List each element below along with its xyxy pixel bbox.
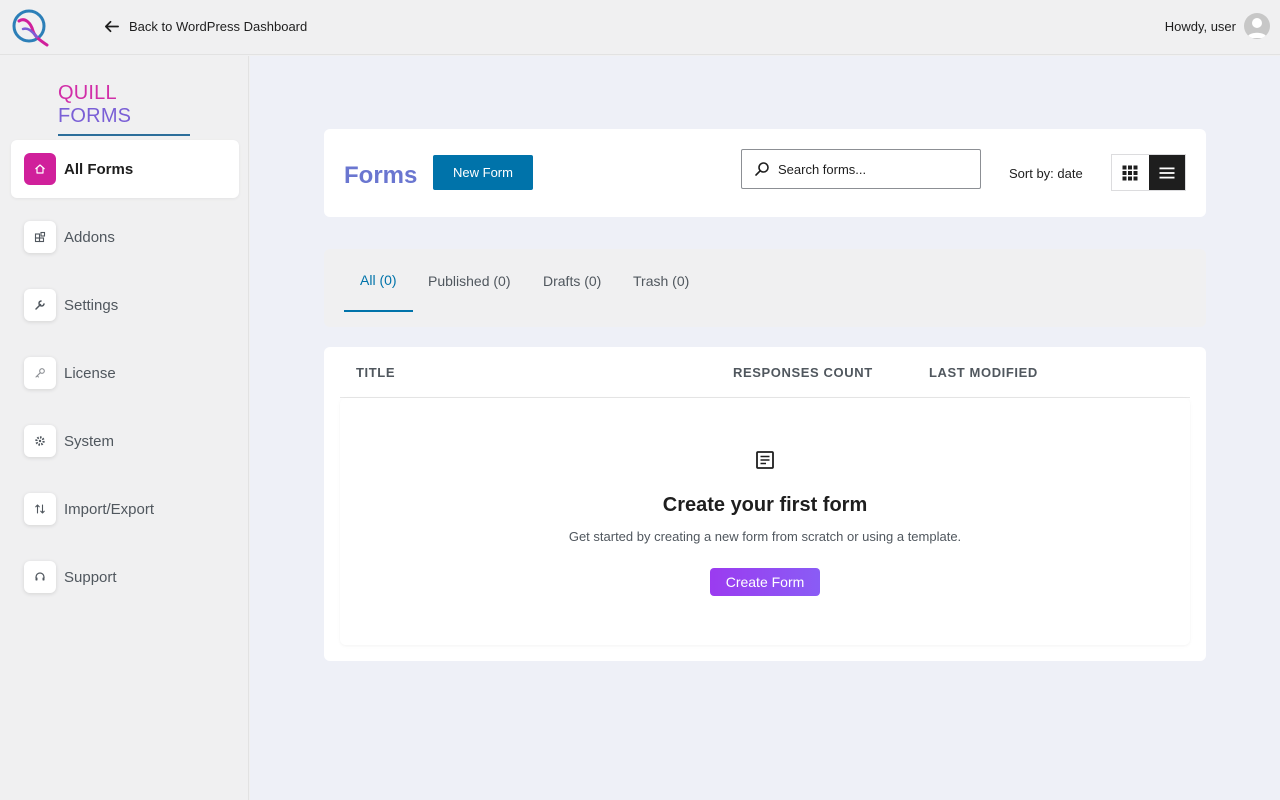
sidebar-item-label: Settings bbox=[64, 296, 119, 314]
sidebar-nav: All Forms Addons Settings License System bbox=[11, 140, 239, 616]
tab-all[interactable]: All (0) bbox=[344, 249, 413, 312]
forms-table: TITLE RESPONSES COUNT LAST MODIFIED Crea… bbox=[324, 347, 1206, 661]
user-avatar-icon bbox=[1247, 18, 1267, 38]
view-toggle bbox=[1111, 154, 1186, 191]
sidebar-item-all-forms[interactable]: All Forms bbox=[11, 140, 239, 198]
tab-published[interactable]: Published (0) bbox=[412, 249, 527, 312]
grid-icon bbox=[1122, 165, 1138, 180]
back-link-label: Back to WordPress Dashboard bbox=[129, 19, 308, 34]
list-icon bbox=[1159, 167, 1175, 178]
tab-trash[interactable]: Trash (0) bbox=[617, 249, 705, 312]
document-icon bbox=[756, 451, 774, 469]
brand-part-forms: FORMS bbox=[58, 105, 132, 127]
sort-dropdown[interactable]: Sort by: date bbox=[1009, 166, 1083, 181]
create-form-button[interactable]: Create Form bbox=[710, 568, 820, 596]
tab-drafts[interactable]: Drafts (0) bbox=[527, 249, 617, 312]
page-title: Forms bbox=[344, 162, 418, 189]
sidebar-item-support[interactable]: Support bbox=[11, 548, 239, 606]
column-header-last-modified[interactable]: LAST MODIFIED bbox=[929, 365, 1038, 380]
howdy-label: Howdy, user bbox=[1164, 18, 1236, 34]
main-content: Forms New Form Sort by: date bbox=[250, 56, 1280, 800]
search-icon bbox=[755, 162, 769, 176]
empty-state-description: Get started by creating a new form from … bbox=[568, 529, 962, 544]
sidebar-item-label: License bbox=[64, 364, 116, 382]
empty-state: Create your first form Get started by cr… bbox=[340, 398, 1190, 645]
list-view-button[interactable] bbox=[1148, 155, 1185, 190]
avatar[interactable] bbox=[1244, 13, 1270, 39]
user-menu[interactable]: Howdy, user bbox=[1165, 13, 1270, 39]
grid-view-button[interactable] bbox=[1112, 155, 1149, 190]
sidebar-item-settings[interactable]: Settings bbox=[11, 276, 239, 334]
brand-part-quill: QUILL bbox=[58, 82, 117, 104]
sidebar-item-label: All Forms bbox=[64, 160, 134, 178]
search-input[interactable] bbox=[778, 161, 968, 177]
sidebar-item-label: Import/Export bbox=[64, 500, 155, 518]
sidebar: QUILL FORMS All Forms Addons Settings Li… bbox=[0, 56, 249, 800]
quill-forms-logo-icon[interactable] bbox=[11, 7, 49, 47]
addons-icon bbox=[24, 221, 56, 253]
import-export-icon bbox=[24, 493, 56, 525]
wrench-icon bbox=[24, 289, 56, 321]
sidebar-item-license[interactable]: License bbox=[11, 344, 239, 402]
arrow-left-icon bbox=[104, 20, 119, 33]
new-form-button[interactable]: New Form bbox=[433, 155, 533, 190]
sidebar-item-system[interactable]: System bbox=[11, 412, 239, 470]
gear-icon bbox=[24, 425, 56, 457]
table-header: TITLE RESPONSES COUNT LAST MODIFIED bbox=[340, 347, 1190, 398]
sidebar-item-label: System bbox=[64, 432, 115, 450]
empty-state-title: Create your first form bbox=[662, 494, 868, 516]
sidebar-item-label: Addons bbox=[64, 228, 115, 246]
column-header-responses-count[interactable]: RESPONSES COUNT bbox=[733, 365, 873, 380]
home-icon bbox=[24, 153, 56, 185]
brand-title: QUILL FORMS bbox=[58, 82, 190, 136]
column-header-title[interactable]: TITLE bbox=[356, 365, 395, 380]
headset-icon bbox=[24, 561, 56, 593]
forms-header-card: Forms New Form Sort by: date bbox=[324, 129, 1206, 217]
sidebar-item-addons[interactable]: Addons bbox=[11, 208, 239, 266]
top-bar: Back to WordPress Dashboard Howdy, user bbox=[0, 0, 1280, 55]
sidebar-item-import-export[interactable]: Import/Export bbox=[11, 480, 239, 538]
key-icon bbox=[24, 357, 56, 389]
search-box bbox=[741, 149, 981, 189]
back-to-dashboard-link[interactable]: Back to WordPress Dashboard bbox=[103, 18, 307, 35]
sidebar-item-label: Support bbox=[64, 568, 117, 586]
status-tabs: All (0) Published (0) Drafts (0) Trash (… bbox=[324, 249, 1206, 327]
